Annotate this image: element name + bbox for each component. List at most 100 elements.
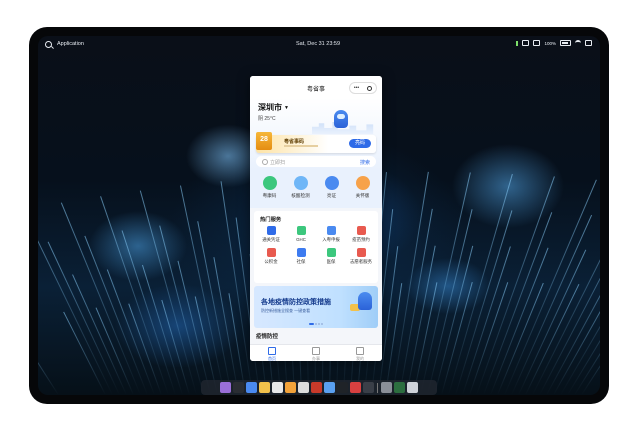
close-button[interactable] <box>367 85 373 91</box>
service-icon <box>326 248 336 257</box>
wifi-icon[interactable] <box>575 40 581 46</box>
carousel-dot <box>318 323 320 325</box>
quick-action-icon <box>262 176 277 190</box>
carousel-dots <box>309 323 323 325</box>
service-item-2[interactable]: 入粤申报 <box>316 225 346 243</box>
wallpaper-fiber <box>197 221 232 395</box>
hot-services-grid: 通关凭证 GHC 入粤申报 疫苗预约公积金 社保 医保 志愿者服务 <box>256 225 376 265</box>
dock-filezilla-icon[interactable] <box>311 382 322 393</box>
quick-action-icon <box>324 176 339 190</box>
dock-preview-icon[interactable] <box>272 382 283 393</box>
service-label: 疫苗预约 <box>352 237 370 242</box>
device-frame: Application Sat, Dec 31 23:59 100% 粤省事 •… <box>29 27 609 404</box>
dock-separator <box>377 382 378 393</box>
tab-label: 我的 <box>356 356 364 361</box>
quick-action-label: 关怀版 <box>355 193 370 198</box>
dock-sketch-icon[interactable] <box>259 382 270 393</box>
service-label: 入粤申报 <box>322 237 340 242</box>
service-item-5[interactable]: 社保 <box>286 247 316 265</box>
hot-services-title: 热门服务 <box>260 217 282 223</box>
service-label: 医保 <box>326 259 336 264</box>
dock-app-red-icon[interactable] <box>350 382 361 393</box>
weather-text: 阴 25°C <box>258 116 276 122</box>
service-label: 公积金 <box>264 259 278 264</box>
tab-icon <box>312 347 320 355</box>
menu-bar: Application Sat, Dec 31 23:59 100% <box>38 36 600 53</box>
service-label: GHC <box>296 237 306 242</box>
quick-action-3[interactable]: 关怀版 <box>350 174 376 208</box>
quick-action-icon <box>293 176 308 190</box>
wallpaper-fiber <box>38 318 59 395</box>
calendar-icon: 28 <box>256 132 272 150</box>
service-item-6[interactable]: 医保 <box>316 247 346 265</box>
dock-finder-icon[interactable] <box>324 382 335 393</box>
dock-github-icon[interactable] <box>337 382 348 393</box>
chevron-down-icon: ▼ <box>284 104 289 111</box>
display-icon[interactable] <box>522 40 530 46</box>
tab-1[interactable]: 办事 <box>301 345 331 361</box>
dock-chrome-icon[interactable] <box>246 382 257 393</box>
search-bar[interactable]: 立即扫 搜索 <box>256 156 376 167</box>
city-name: 深圳市 <box>258 103 282 112</box>
battery-percent: 100% <box>544 40 556 46</box>
quick-action-icon <box>355 176 370 190</box>
promo-banner[interactable]: 各地疫情防控政策措施 防控新措施全搜查 一键查看 <box>254 286 378 328</box>
dock-trash-icon[interactable] <box>407 382 418 393</box>
service-item-1[interactable]: GHC <box>286 225 316 243</box>
promo-subtitle: 防控新措施全搜查 一键查看 <box>261 308 311 313</box>
quick-action-0[interactable]: 粤康码 <box>257 174 283 208</box>
service-icon <box>326 226 336 235</box>
city-selector[interactable]: 深圳市 ▼ <box>258 102 289 113</box>
service-item-7[interactable]: 志愿者服务 <box>346 247 376 265</box>
hot-services-card: 热门服务 通关凭证 GHC 入粤申报 疫苗预约公积金 社保 医保 志愿者服务 <box>254 211 378 291</box>
tab-label: 办事 <box>312 356 320 361</box>
service-icon <box>296 248 306 257</box>
service-label: 志愿者服务 <box>350 259 372 264</box>
dock <box>201 380 437 395</box>
search-button[interactable]: 搜索 <box>360 159 370 166</box>
tab-2[interactable]: 我的 <box>345 345 375 361</box>
hero-section: 深圳市 ▼ 阴 25°C 28 粤省事码 亮码 立即扫 搜索 <box>250 98 382 170</box>
quick-action-2[interactable]: 亮证 <box>319 174 345 208</box>
banner-subtitle-line <box>284 145 318 147</box>
service-item-0[interactable]: 通关凭证 <box>256 225 286 243</box>
quick-actions: 粤康码 核酸检测 亮证 关怀版 <box>250 170 382 208</box>
health-code-banner[interactable]: 28 粤省事码 亮码 <box>256 132 376 153</box>
carousel-dot <box>315 323 317 325</box>
dock-app-s-icon[interactable] <box>285 382 296 393</box>
tab-0[interactable]: 首页 <box>257 345 287 361</box>
quick-action-1[interactable]: 核酸检测 <box>288 174 314 208</box>
tab-bar: 首页 办事 我的 <box>250 344 382 361</box>
keyboard-icon[interactable] <box>533 40 541 46</box>
service-item-3[interactable]: 疫苗预约 <box>346 225 376 243</box>
clock[interactable]: Sat, Dec 31 23:59 <box>296 41 340 47</box>
dock-app-dark-icon[interactable] <box>363 382 374 393</box>
more-button[interactable]: ••• <box>354 85 359 91</box>
active-app-name[interactable]: Application <box>57 41 84 47</box>
search-input[interactable]: 立即扫 <box>270 159 285 166</box>
search-icon[interactable] <box>45 41 52 48</box>
dock-app-grid-icon[interactable] <box>394 382 405 393</box>
carousel-dot <box>321 323 323 325</box>
service-item-4[interactable]: 公积金 <box>256 247 286 265</box>
control-center-icon[interactable] <box>585 40 592 46</box>
battery-icon[interactable] <box>560 40 571 46</box>
dock-terminal-icon[interactable] <box>233 382 244 393</box>
mascot-illustration <box>358 292 372 310</box>
quick-action-label: 亮证 <box>326 193 337 198</box>
carousel-dot-active <box>309 323 314 325</box>
quick-action-label: 粤康码 <box>262 193 277 198</box>
wallpaper-fiber <box>161 299 190 395</box>
banner-title: 粤省事码 <box>284 139 305 145</box>
capsule-menu: ••• <box>349 82 377 94</box>
dock-app-1-icon[interactable] <box>220 382 231 393</box>
wallpaper-fiber <box>392 171 429 395</box>
dock-settings-icon[interactable] <box>381 382 392 393</box>
service-icon <box>356 248 366 257</box>
show-code-button[interactable]: 亮码 <box>349 139 371 148</box>
wallpaper-fiber <box>399 208 433 395</box>
indicator-icon <box>516 40 519 46</box>
dock-typora-icon[interactable] <box>298 382 309 393</box>
service-icon <box>296 226 306 235</box>
tab-label: 首页 <box>268 356 276 361</box>
